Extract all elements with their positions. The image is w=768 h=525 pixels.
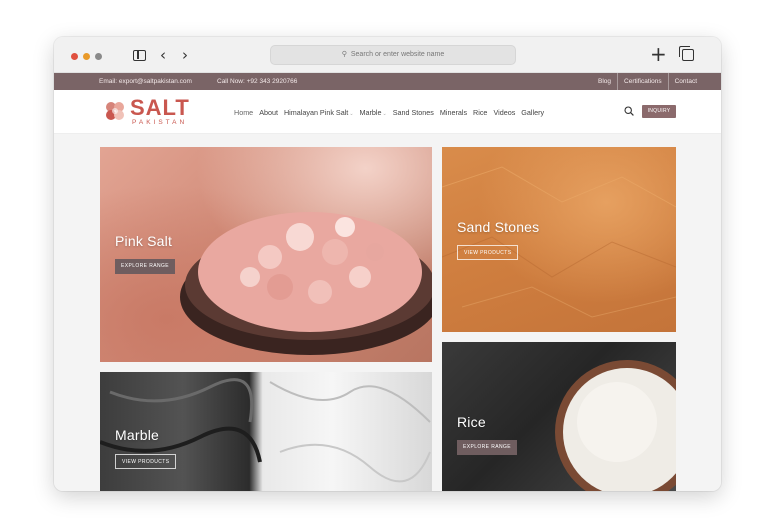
tile-sand-stones[interactable]: Sand Stones VIEW PRODUCTS	[442, 147, 676, 332]
site-header: SALT PAKISTAN Home About Himalayan Pink …	[54, 90, 721, 134]
nav-label: Home	[234, 107, 254, 117]
back-arrow-icon[interactable]: ‹	[160, 46, 166, 64]
tile-rice[interactable]: Rice EXPLORE RANGE	[442, 342, 676, 491]
minimize-window-icon[interactable]	[83, 53, 90, 60]
tab-overview-icon[interactable]	[679, 46, 694, 61]
nav-item-home[interactable]: Home	[234, 108, 253, 117]
nav-label: Gallery	[521, 107, 545, 117]
tile-title: Pink Salt	[115, 233, 173, 249]
nav-item-videos[interactable]: Videos	[493, 108, 515, 117]
search-icon: ⚲	[341, 51, 347, 58]
sidebar-toggle-icon[interactable]	[133, 50, 146, 61]
tile-title: Marble	[115, 427, 159, 443]
top-link-blog[interactable]: Blog	[592, 73, 617, 90]
tile-title: Rice	[457, 414, 486, 430]
forward-arrow-icon[interactable]: ›	[182, 46, 188, 64]
search-icon[interactable]	[624, 106, 634, 116]
category-grid: Pink Salt EXPLORE RANGE Sand Stones VIEW…	[54, 134, 721, 491]
tile-title: Sand Stones	[457, 219, 540, 235]
nav-label: Minerals	[439, 107, 468, 117]
browser-toolbar: ‹ › ⚲ Search or enter website name +	[54, 37, 721, 73]
contact-email[interactable]: Email: export@saltpakistan.com	[99, 73, 192, 90]
pink-salt-bowl-image	[180, 212, 432, 355]
sand-texture-image	[442, 166, 676, 318]
chevron-down-icon: ⌄	[349, 110, 354, 117]
address-placeholder: Search or enter website name	[350, 51, 445, 58]
nav-label: About	[259, 107, 278, 117]
top-links: Blog Certifications Contact	[592, 73, 703, 90]
view-products-button[interactable]: VIEW PRODUCTS	[457, 245, 519, 260]
top-info-bar: Email: export@saltpakistan.com Call Now:…	[54, 73, 721, 90]
contact-phone[interactable]: Call Now: +92 343 2920766	[217, 73, 297, 90]
nav-item-sand-stones[interactable]: Sand Stones	[393, 108, 434, 117]
view-products-button[interactable]: VIEW PRODUCTS	[115, 454, 177, 469]
nav-item-about[interactable]: About	[259, 108, 278, 117]
explore-range-button[interactable]: EXPLORE RANGE	[115, 259, 175, 274]
close-window-icon[interactable]	[71, 53, 78, 60]
nav-label: Sand Stones	[392, 107, 434, 117]
nav-label: Marble	[359, 107, 382, 117]
inquiry-button[interactable]: INQUIRY	[642, 105, 676, 118]
logo-text[interactable]: SALT	[130, 97, 190, 119]
nav-item-gallery[interactable]: Gallery	[521, 108, 544, 117]
nav-label: Videos	[493, 107, 516, 117]
nav-label: Himalayan Pink Salt	[283, 107, 349, 117]
address-bar[interactable]: ⚲ Search or enter website name	[270, 45, 516, 65]
new-tab-plus-icon[interactable]: +	[650, 44, 667, 64]
top-link-contact[interactable]: Contact	[667, 73, 703, 90]
browser-window: ‹ › ⚲ Search or enter website name + Emai…	[54, 37, 721, 491]
tile-pink-salt[interactable]: Pink Salt EXPLORE RANGE	[100, 147, 432, 362]
nav-item-rice[interactable]: Rice	[473, 108, 487, 117]
nav-item-minerals[interactable]: Minerals	[440, 108, 467, 117]
nav-item-marble[interactable]: Marble⌄	[360, 108, 387, 117]
main-nav: Home About Himalayan Pink Salt⌄ Marble⌄ …	[234, 90, 550, 134]
explore-range-button[interactable]: EXPLORE RANGE	[457, 440, 517, 455]
chevron-down-icon: ⌄	[382, 110, 387, 117]
salt-crystal-logo-icon[interactable]	[103, 99, 127, 123]
top-link-certifications[interactable]: Certifications	[617, 73, 668, 90]
nav-label: Rice	[473, 107, 488, 117]
nav-item-himalayan-pink-salt[interactable]: Himalayan Pink Salt⌄	[284, 108, 354, 117]
logo-subtext: PAKISTAN	[132, 119, 188, 126]
tile-marble[interactable]: Marble VIEW PRODUCTS	[100, 372, 432, 491]
zoom-window-icon[interactable]	[95, 53, 102, 60]
